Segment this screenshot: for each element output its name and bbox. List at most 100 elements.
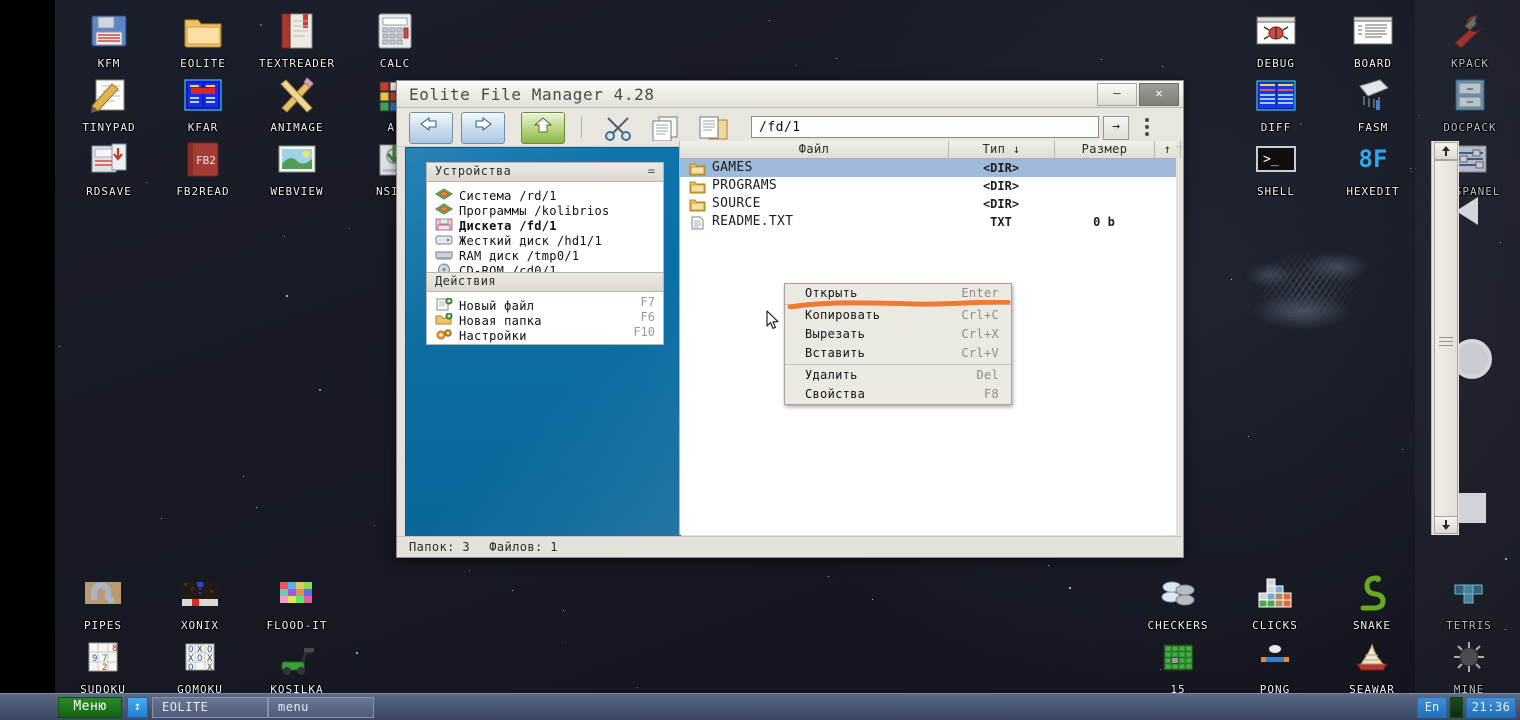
- vertical-scrollbar[interactable]: [1431, 141, 1459, 535]
- device-item[interactable]: Программы /kolibrios: [427, 200, 663, 218]
- action-item[interactable]: Новый файл F7: [427, 295, 663, 313]
- desktop-icon-mine[interactable]: MINE: [1421, 634, 1517, 696]
- desktop-icon-fb2read[interactable]: FB2 FB2READ: [155, 136, 251, 198]
- desktop-icon-shell[interactable]: >_ SHELL: [1228, 136, 1324, 198]
- file-list-row[interactable]: PROGRAMS <DIR>: [680, 177, 1176, 195]
- desktop-icon-calc[interactable]: CALC: [347, 8, 443, 70]
- scroll-down-button[interactable]: [1434, 516, 1458, 534]
- file-list-column-header[interactable]: Файл: [680, 142, 948, 156]
- scroll-up-button[interactable]: [1434, 142, 1458, 160]
- desktop-icon-flood-it[interactable]: FLOOD-IT: [249, 570, 345, 632]
- back-button[interactable]: [409, 112, 453, 144]
- desktop-icon-kfar[interactable]: KFAR: [155, 72, 251, 134]
- desktop-icon-xonix[interactable]: XONIX: [152, 570, 248, 632]
- file-list-row[interactable]: README.TXT TXT 0 b: [680, 213, 1176, 231]
- desktop-icon-label: KFAR: [187, 121, 219, 134]
- checkers-pieces-icon: [1161, 581, 1195, 606]
- recents-square-icon[interactable]: [1456, 493, 1486, 523]
- desktop-icon-debug[interactable]: DEBUG: [1228, 8, 1324, 70]
- desktop-icon-clicks[interactable]: CLICKS: [1227, 570, 1323, 632]
- desktop-icon-checkers[interactable]: CHECKERS: [1130, 570, 1226, 632]
- desktop-icon-tetris[interactable]: TETRIS: [1421, 570, 1517, 632]
- desktop-icon-board[interactable]: BOARD: [1325, 8, 1421, 70]
- action-item[interactable]: Новая папка F6: [427, 310, 663, 328]
- desktop-icon-label: PIPES: [83, 619, 123, 632]
- fifteen-puzzle-icon: [1162, 643, 1194, 672]
- chip-icon: [1350, 72, 1396, 118]
- desktop-icon-tinypad[interactable]: TINYPAD: [61, 72, 157, 134]
- desktop-icon-snake[interactable]: SNAKE: [1324, 570, 1420, 632]
- taskbar-item-label: menu: [278, 700, 309, 714]
- close-button[interactable]: ✕: [1139, 83, 1179, 106]
- scrollbar-thumb[interactable]: [1434, 160, 1458, 518]
- device-item[interactable]: RAM диск /tmp0/1: [427, 245, 663, 263]
- forward-button[interactable]: [461, 112, 505, 144]
- clock[interactable]: 21:36: [1466, 697, 1516, 718]
- context-menu-item[interactable]: Открыть Enter: [785, 284, 1011, 303]
- language-indicator[interactable]: En: [1417, 697, 1447, 718]
- desktop-icon-gomoku[interactable]: O O O O X X X X GOMOKU: [152, 634, 248, 696]
- file-name: SOURCE: [712, 196, 761, 211]
- device-item[interactable]: Дискета /fd/1: [427, 215, 663, 233]
- desktop-icon-diff[interactable]: DIFF: [1228, 72, 1324, 134]
- desktop-icon-eolite[interactable]: EOLITE: [155, 8, 251, 70]
- window-titlebar[interactable]: Eolite File Manager 4.28 — ✕: [397, 81, 1183, 108]
- desktop-icon-kfm[interactable]: KFM: [61, 8, 157, 70]
- desktop-icon-15[interactable]: 15: [1130, 634, 1226, 696]
- context-menu-item[interactable]: Удалить Del: [785, 366, 1011, 385]
- minimize-button[interactable]: —: [1097, 83, 1137, 106]
- action-item[interactable]: Настройки F10: [427, 325, 663, 343]
- floppy-disk-icon: [86, 8, 132, 54]
- file-name: PROGRAMS: [712, 178, 778, 193]
- desktop-icon-fasm[interactable]: FASM: [1325, 72, 1421, 134]
- desktop-icon-seawar[interactable]: SEAWAR: [1324, 634, 1420, 696]
- device-item[interactable]: Жесткий диск /hd1/1: [427, 230, 663, 248]
- desktop-icon-kpack[interactable]: KPACK: [1422, 8, 1518, 70]
- devices-collapse-icon[interactable]: =: [648, 164, 655, 178]
- mine-icon: [1454, 642, 1484, 672]
- copy-button[interactable]: [645, 112, 687, 142]
- paste-button[interactable]: [693, 112, 735, 142]
- folder-icon: [689, 179, 706, 194]
- harddisk-icon: [435, 231, 453, 245]
- back-arrow-icon: [420, 117, 437, 131]
- desktop-icon-pipes[interactable]: PIPES: [55, 570, 151, 632]
- back-triangle-icon[interactable]: [1456, 197, 1478, 225]
- start-menu-button[interactable]: Меню: [58, 697, 122, 718]
- devices-panel: Устройства = Система /rd/1 Программы /kol…: [426, 162, 664, 280]
- sailing-ship-icon: [1349, 634, 1395, 680]
- desktop-icon-webview[interactable]: WEBVIEW: [249, 136, 345, 198]
- context-menu-item[interactable]: Копировать Crl+C: [785, 306, 1011, 325]
- file-list-column-header[interactable]: Тип ↓: [949, 142, 1054, 156]
- context-menu-item[interactable]: Вырезать Crl+X: [785, 325, 1011, 344]
- new-folder-icon: [435, 311, 453, 325]
- taskbar-item-menu[interactable]: menu: [268, 697, 374, 718]
- desktop-icon-textreader[interactable]: TEXTREADER: [249, 8, 345, 70]
- path-input[interactable]: /fd/1: [751, 116, 1099, 138]
- context-menu-item[interactable]: Свойства F8: [785, 385, 1011, 404]
- globe-picture-icon: [274, 136, 320, 182]
- file-list-row[interactable]: SOURCE <DIR>: [680, 195, 1176, 213]
- kebab-menu-icon[interactable]: [1145, 118, 1151, 136]
- taskbar-item-eolite[interactable]: EOLITE: [152, 697, 268, 718]
- desktop-icon-kosilka[interactable]: KOSILKA: [249, 634, 345, 696]
- minimize-all-button[interactable]: ↕: [127, 697, 148, 718]
- pencil-ruler-icon: [274, 72, 320, 118]
- file-list-row[interactable]: GAMES <DIR>: [680, 159, 1176, 177]
- desktop-icon-docpack[interactable]: DOCPACK: [1422, 72, 1518, 134]
- devices-panel-header[interactable]: Устройства =: [427, 163, 663, 182]
- path-go-button[interactable]: →: [1103, 116, 1129, 140]
- copy-icon: [652, 116, 678, 141]
- desktop-icon-pong[interactable]: PONG: [1227, 634, 1323, 696]
- file-list-column-header[interactable]: Размер: [1055, 142, 1154, 156]
- file-list-column-header[interactable]: ↑: [1155, 142, 1180, 156]
- cut-button[interactable]: [597, 112, 639, 142]
- desktop-icon-label: RDSAVE: [86, 185, 132, 198]
- desktop-icon-sudoku[interactable]: 8 9 7 2 SUDOKU: [55, 634, 151, 696]
- device-item[interactable]: Система /rd/1: [427, 185, 663, 203]
- context-menu-item[interactable]: Вставить Crl+V: [785, 344, 1011, 363]
- up-button[interactable]: [521, 112, 565, 144]
- desktop-icon-rdsave[interactable]: RDSAVE: [61, 136, 157, 198]
- desktop-icon-hexedit[interactable]: 8F HEXEDIT: [1325, 136, 1421, 198]
- desktop-icon-animage[interactable]: ANIMAGE: [249, 72, 345, 134]
